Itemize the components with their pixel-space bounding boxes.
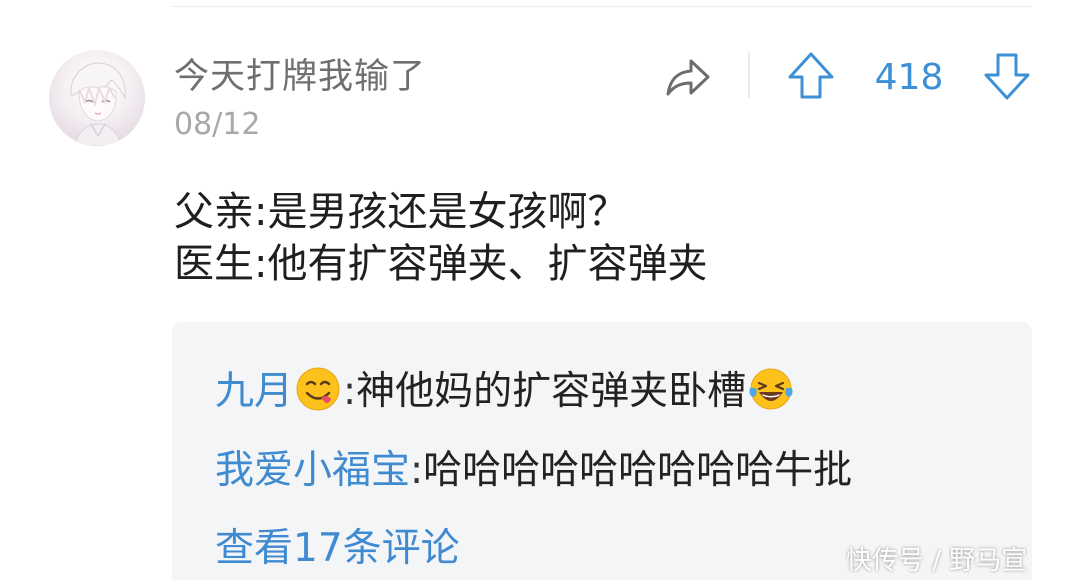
watermark: 快传号 / 野马宣 — [846, 546, 1028, 576]
yum-face-emoji-icon — [296, 367, 340, 411]
post-body-line: 父亲:是男孩还是女孩啊？ — [174, 189, 628, 235]
sub-comment[interactable]: 九月 :神他妈的扩容弹夹卧槽 — [215, 366, 796, 417]
post-body: 父亲:是男孩还是女孩啊？ 医生:他有扩容弹夹、扩容弹夹 — [174, 186, 1034, 290]
anime-avatar-icon — [70, 62, 126, 146]
sub-comment-separator: : — [410, 448, 424, 493]
sub-comment-text: 哈哈哈哈哈哈哈哈哈牛批 — [423, 448, 853, 493]
post-date: 08/12 — [174, 107, 261, 142]
post-body-line: 医生:他有扩容弹夹、扩容弹夹 — [174, 241, 708, 287]
comment-card: 今天打牌我输了 08/12 418 父亲:是男孩还是女孩啊？ 医生:他有扩容弹夹… — [0, 0, 1080, 580]
username[interactable]: 今天打牌我输了 — [174, 55, 426, 99]
divider — [748, 52, 750, 98]
sub-comment[interactable]: 我爱小福宝:哈哈哈哈哈哈哈哈哈牛批 — [215, 446, 852, 496]
sub-comment-author[interactable]: 九月 — [215, 369, 293, 414]
upvote-button[interactable] — [786, 50, 836, 102]
arrow-up-icon — [788, 52, 834, 99]
arrow-down-icon — [984, 53, 1030, 100]
share-arrow-icon — [666, 59, 710, 96]
laughing-tears-emoji-icon — [749, 368, 793, 410]
sub-comment-author[interactable]: 我爱小福宝 — [215, 448, 410, 493]
downvote-button[interactable] — [982, 50, 1032, 102]
divider — [172, 6, 1032, 7]
view-all-comments-link[interactable]: 查看17条评论 — [215, 524, 460, 574]
sub-comment-text: 神他妈的扩容弹夹卧槽 — [356, 369, 747, 414]
sub-comment-separator: : — [343, 369, 357, 414]
share-button[interactable] — [662, 52, 714, 104]
vote-count: 418 — [874, 57, 944, 98]
sub-comments-panel: 九月 :神他妈的扩容弹夹卧槽 我爱小福宝:哈哈哈哈哈哈哈哈哈牛批 查看17条评论 — [172, 322, 1032, 580]
avatar[interactable] — [49, 50, 145, 146]
